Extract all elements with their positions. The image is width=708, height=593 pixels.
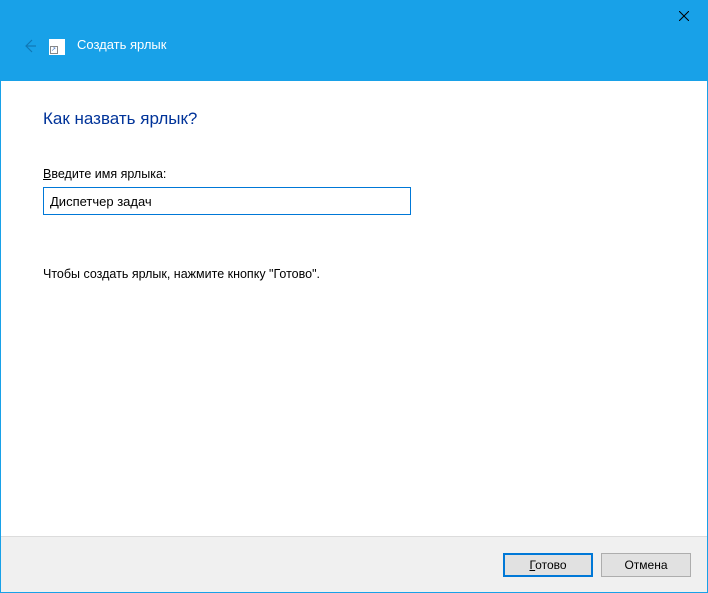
shortcut-icon: ↗ bbox=[49, 39, 65, 55]
hint-text: Чтобы создать ярлык, нажмите кнопку "Гот… bbox=[43, 267, 665, 281]
back-arrow-icon bbox=[22, 38, 38, 54]
wizard-header: ↗ Создать ярлык bbox=[1, 37, 707, 81]
finish-button[interactable]: Готово bbox=[503, 553, 593, 577]
wizard-footer: Готово Отмена bbox=[1, 536, 707, 592]
shortcut-name-input[interactable] bbox=[43, 187, 411, 215]
back-button[interactable] bbox=[19, 35, 41, 57]
shortcut-name-label: Введите имя ярлыка: bbox=[43, 167, 665, 181]
page-heading: Как назвать ярлык? bbox=[43, 109, 665, 129]
wizard-title: Создать ярлык bbox=[77, 37, 166, 52]
cancel-button[interactable]: Отмена bbox=[601, 553, 691, 577]
create-shortcut-wizard: ↗ Создать ярлык Как назвать ярлык? Введи… bbox=[0, 0, 708, 593]
close-icon bbox=[679, 11, 689, 21]
wizard-content: Как назвать ярлык? Введите имя ярлыка: Ч… bbox=[1, 81, 707, 536]
titlebar bbox=[1, 1, 707, 37]
close-button[interactable] bbox=[661, 1, 707, 31]
